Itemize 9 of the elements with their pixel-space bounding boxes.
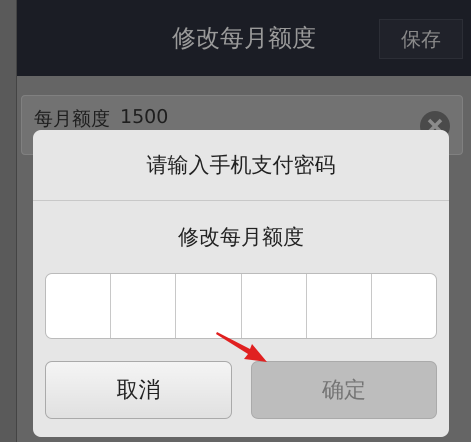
dialog-title: 请输入手机支付密码 <box>33 130 449 201</box>
pointer-arrow <box>216 330 268 364</box>
password-field[interactable] <box>45 273 437 339</box>
field-label: 每月额度 <box>34 107 110 132</box>
save-button[interactable]: 保存 <box>379 19 463 59</box>
dialog-subtitle: 修改每月额度 <box>177 224 305 251</box>
screen-title: 修改每月额度 <box>172 23 316 54</box>
cancel-button[interactable]: 取消 <box>45 361 232 419</box>
field-value: 1500 <box>120 106 168 128</box>
